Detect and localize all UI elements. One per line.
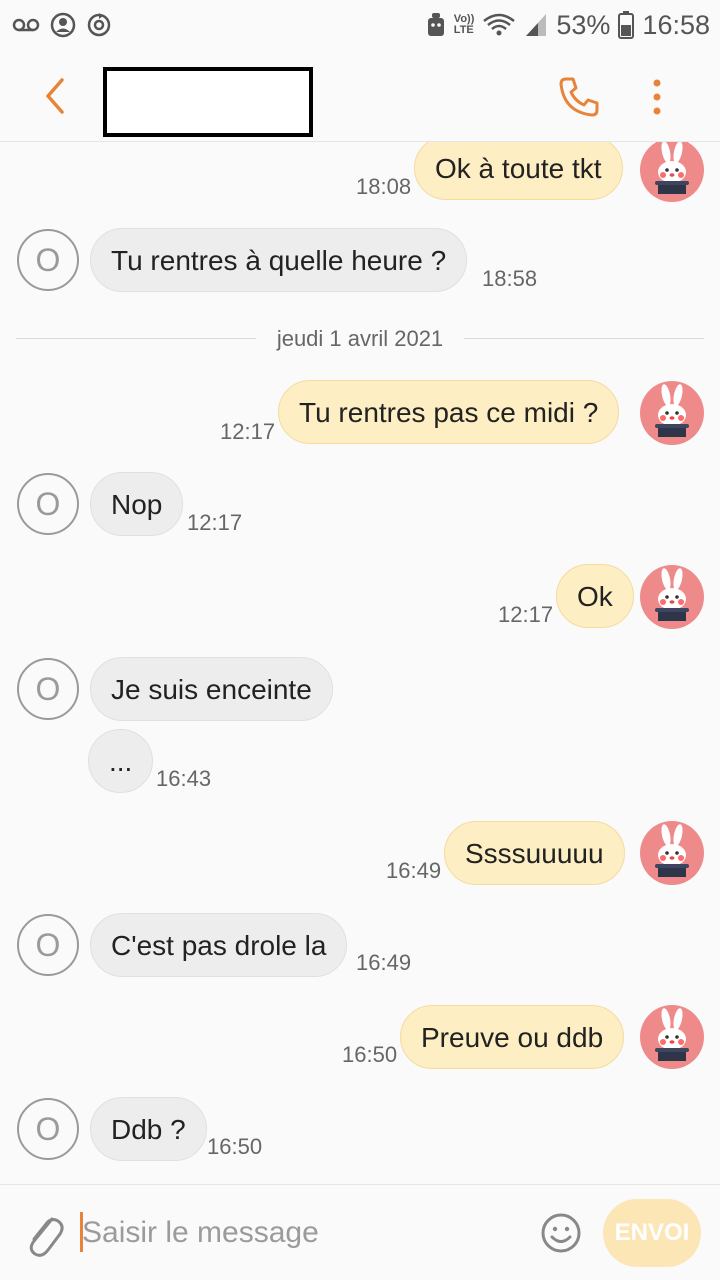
attach-icon[interactable] — [22, 1209, 66, 1259]
contact-avatar[interactable]: O — [17, 658, 79, 720]
message-time: 18:08 — [356, 174, 412, 199]
wifi-icon — [482, 12, 516, 38]
contact-avatar[interactable]: O — [17, 473, 79, 535]
contact-name — [103, 67, 313, 137]
date-separator-label: jeudi 1 avril 2021 — [256, 326, 464, 351]
account-icon — [50, 12, 76, 38]
send-button[interactable]: ENVOI — [603, 1199, 701, 1267]
message-time: 16:49 — [386, 858, 442, 883]
rabbit-avatar-icon — [640, 565, 704, 629]
message-time: 16:43 — [156, 766, 212, 791]
contact-avatar[interactable]: O — [17, 1098, 79, 1160]
rabbit-avatar-icon — [640, 821, 704, 885]
rabbit-avatar-icon — [640, 142, 704, 202]
sync-icon — [86, 12, 112, 38]
more-vert-icon[interactable] — [644, 76, 670, 118]
contact-avatar[interactable]: O — [17, 229, 79, 291]
emoji-icon[interactable] — [540, 1212, 582, 1254]
message-input[interactable] — [82, 1207, 522, 1259]
outgoing-message[interactable]: Ok — [556, 564, 634, 628]
message-time: 12:17 — [220, 419, 276, 444]
message-composer: ENVOI — [0, 1184, 720, 1280]
voicemail-icon — [12, 17, 40, 33]
outgoing-message[interactable]: Ok à toute tkt — [414, 142, 623, 200]
date-separator: jeudi 1 avril 2021 — [16, 324, 704, 354]
message-time: 12:17 — [187, 510, 243, 535]
status-time: 16:58 — [642, 9, 710, 40]
incoming-message[interactable]: Ddb ? — [90, 1097, 207, 1161]
phone-icon[interactable] — [556, 74, 602, 120]
incoming-message[interactable]: ... — [88, 729, 154, 793]
conversation-header — [0, 50, 720, 142]
incoming-message[interactable]: Tu rentres à quelle heure ? — [90, 228, 468, 292]
signal-icon — [524, 12, 548, 38]
outgoing-message[interactable]: Tu rentres pas ce midi ? — [278, 380, 620, 444]
back-icon[interactable] — [36, 74, 76, 118]
rabbit-avatar-icon — [640, 1005, 704, 1069]
message-time: 12:17 — [498, 602, 554, 627]
incoming-message[interactable]: Nop — [90, 472, 184, 536]
volte-icon: Vo)) LTE — [453, 13, 475, 36]
rabbit-avatar-icon — [640, 381, 704, 445]
message-time: 16:50 — [342, 1042, 398, 1067]
battery-percent: 53% — [556, 9, 611, 40]
incoming-message[interactable]: Je suis enceinte — [90, 657, 333, 721]
message-time: 16:49 — [356, 950, 412, 975]
battery-icon — [618, 11, 635, 39]
message-time: 18:58 — [482, 266, 538, 291]
incoming-message[interactable]: C'est pas drole la — [90, 913, 348, 977]
message-time: 16:50 — [207, 1134, 263, 1159]
message-thread[interactable]: 18:08 Ok à toute tkt O Tu rentres à quel… — [0, 142, 720, 1184]
contact-avatar[interactable]: O — [17, 914, 79, 976]
outgoing-message[interactable]: Ssssuuuuu — [444, 821, 625, 885]
status-bar: Vo)) LTE 53% 16:58 — [0, 0, 720, 50]
outgoing-message[interactable]: Preuve ou ddb — [400, 1005, 625, 1069]
android-icon — [426, 12, 446, 38]
